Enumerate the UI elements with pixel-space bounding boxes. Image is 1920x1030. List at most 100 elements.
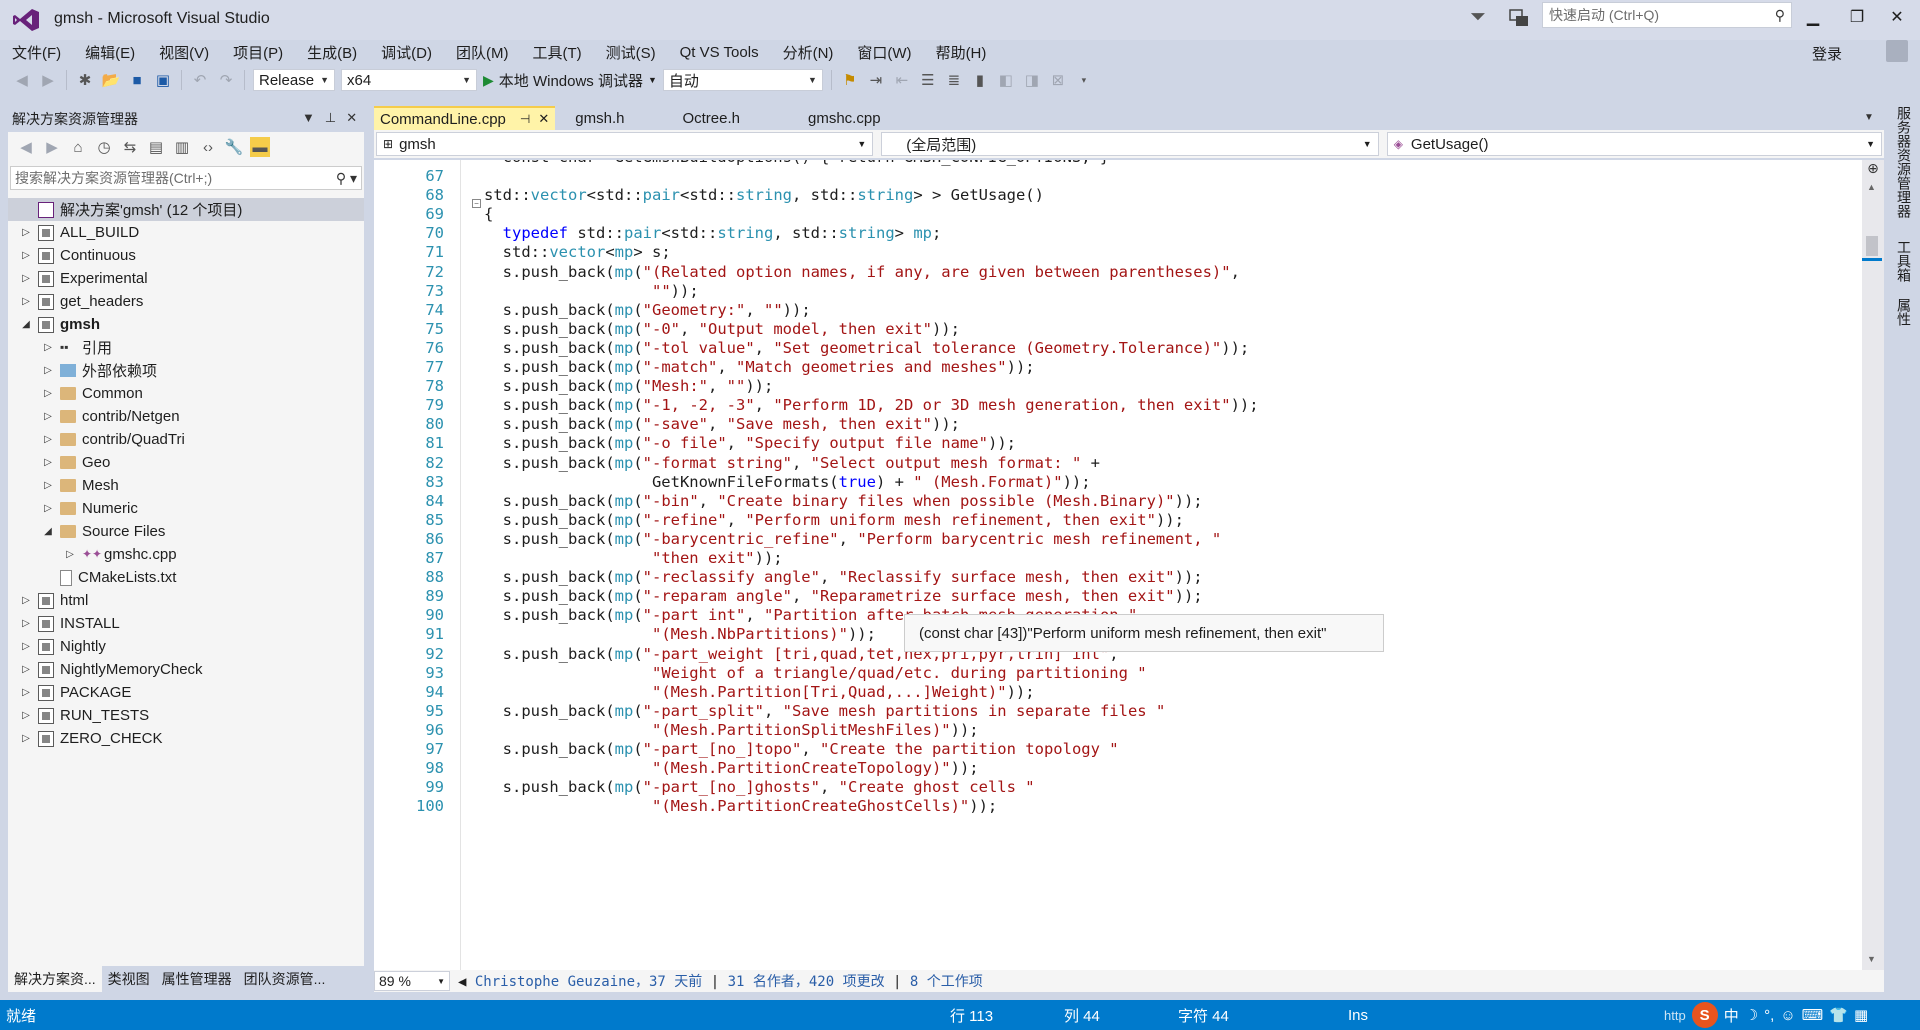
tree-item[interactable]: ▷ ZERO_CHECK bbox=[8, 727, 364, 750]
collapsed-arrow-icon[interactable]: ▷ bbox=[42, 480, 54, 491]
code-editor[interactable]: const char *GetGmshBuildOptions() { retu… bbox=[374, 160, 1870, 970]
home-icon[interactable]: ⌂ bbox=[68, 137, 88, 157]
menu-analyze[interactable]: 分析(N) bbox=[771, 42, 846, 63]
solution-config-select[interactable]: Release ▼ bbox=[253, 69, 335, 91]
minimize-button[interactable]: ▁ bbox=[1796, 4, 1830, 30]
menu-qt-vs-tools[interactable]: Qt VS Tools bbox=[668, 44, 771, 61]
clear-bookmarks-icon[interactable]: ⊠ bbox=[1048, 70, 1068, 90]
menu-help[interactable]: 帮助(H) bbox=[924, 42, 999, 63]
emoji-icon[interactable]: ☺ bbox=[1780, 1007, 1795, 1024]
tab-gmshc-cpp[interactable]: gmshc.cpp bbox=[802, 106, 887, 130]
maximize-button[interactable]: ❐ bbox=[1840, 4, 1874, 30]
close-button[interactable]: ✕ bbox=[1880, 4, 1914, 30]
forward-icon[interactable]: ▶ bbox=[38, 70, 58, 90]
collapsed-arrow-icon[interactable]: ▷ bbox=[64, 549, 76, 560]
sign-in-link[interactable]: 登录 bbox=[1812, 43, 1842, 64]
feedback-filter-icon[interactable]: ⏷ bbox=[1470, 6, 1486, 29]
next-bookmark-icon[interactable]: ◨ bbox=[1022, 70, 1042, 90]
collapsed-arrow-icon[interactable]: ▷ bbox=[20, 664, 32, 675]
tree-item[interactable]: ▷ contrib/QuadTri bbox=[8, 428, 364, 451]
tab-property-manager[interactable]: 属性管理器 bbox=[156, 969, 238, 989]
collapsed-arrow-icon[interactable]: ▷ bbox=[20, 296, 32, 307]
tree-item[interactable]: ▷ Geo bbox=[8, 451, 364, 474]
menu-file[interactable]: 文件(F) bbox=[0, 42, 73, 63]
scope-select[interactable]: (全局范围) ▼ bbox=[881, 132, 1379, 156]
project-select[interactable]: ⊞ gmsh ▼ bbox=[376, 132, 874, 156]
tree-item[interactable]: 解决方案'gmsh' (12 个项目) bbox=[8, 198, 364, 221]
tree-item[interactable]: ▷ INSTALL bbox=[8, 612, 364, 635]
menu-project[interactable]: 项目(P) bbox=[221, 42, 295, 63]
collapse-toggle-icon[interactable]: − bbox=[472, 199, 481, 208]
debug-target-select[interactable]: 自动 ▼ bbox=[662, 69, 823, 91]
back-icon[interactable]: ◀ bbox=[16, 137, 36, 157]
comment-icon[interactable]: ☰ bbox=[918, 70, 938, 90]
save-all-icon[interactable]: ▣ bbox=[153, 70, 173, 90]
collapsed-arrow-icon[interactable]: ▷ bbox=[42, 388, 54, 399]
history-icon[interactable]: ◷ bbox=[94, 137, 114, 157]
tree-item[interactable]: ▷ RUN_TESTS bbox=[8, 704, 364, 727]
prev-bookmark-icon[interactable]: ◧ bbox=[996, 70, 1016, 90]
expanded-arrow-icon[interactable]: ◢ bbox=[20, 319, 32, 330]
tab-toolbox[interactable]: 工具箱 bbox=[1894, 240, 1914, 282]
step-out-icon[interactable]: ⇤ bbox=[892, 70, 912, 90]
panel-dropdown-icon[interactable]: ▼ bbox=[302, 110, 315, 126]
solution-platform-select[interactable]: x64 ▼ bbox=[341, 69, 477, 91]
send-feedback-icon[interactable] bbox=[1508, 8, 1530, 28]
tree-item[interactable]: ◢ gmsh bbox=[8, 313, 364, 336]
close-icon[interactable]: ✕ bbox=[346, 110, 357, 126]
tree-item[interactable]: CMakeLists.txt bbox=[8, 566, 364, 589]
tab-list-dropdown-icon[interactable]: ▼ bbox=[1864, 112, 1874, 123]
bookmark-icon[interactable]: ▮ bbox=[970, 70, 990, 90]
sync-icon[interactable]: ⇆ bbox=[120, 137, 140, 157]
collapsed-arrow-icon[interactable]: ▷ bbox=[42, 365, 54, 376]
menu-debug[interactable]: 调试(D) bbox=[369, 42, 444, 63]
menu-tools[interactable]: 工具(T) bbox=[520, 42, 593, 63]
collapsed-arrow-icon[interactable]: ▷ bbox=[20, 618, 32, 629]
collapsed-arrow-icon[interactable]: ▷ bbox=[20, 250, 32, 261]
tab-gmsh-h[interactable]: gmsh.h bbox=[569, 106, 630, 130]
view-code-icon[interactable]: ‹› bbox=[198, 137, 218, 157]
tab-octree-h[interactable]: Octree.h bbox=[676, 106, 746, 130]
pin-icon[interactable]: ⊥ bbox=[325, 110, 336, 126]
tree-item[interactable]: ▷ ALL_BUILD bbox=[8, 221, 364, 244]
tree-item[interactable]: ▷ ✦✦ gmshc.cpp bbox=[8, 543, 364, 566]
menu-window[interactable]: 窗口(W) bbox=[845, 42, 923, 63]
punctuation-icon[interactable]: °, bbox=[1764, 1007, 1774, 1024]
save-icon[interactable]: ■ bbox=[127, 70, 147, 90]
tree-item[interactable]: ▷ Nightly bbox=[8, 635, 364, 658]
menu-build[interactable]: 生成(B) bbox=[295, 42, 369, 63]
collapsed-arrow-icon[interactable]: ▷ bbox=[42, 503, 54, 514]
collapsed-arrow-icon[interactable]: ▷ bbox=[20, 227, 32, 238]
collapsed-arrow-icon[interactable]: ▷ bbox=[42, 342, 54, 353]
new-project-icon[interactable]: ✱ bbox=[75, 70, 95, 90]
tree-item[interactable]: ▷ contrib/Netgen bbox=[8, 405, 364, 428]
tree-item[interactable]: ▷ html bbox=[8, 589, 364, 612]
tab-solution-explorer[interactable]: 解决方案资... bbox=[8, 966, 102, 992]
tree-item[interactable]: ▷ PACKAGE bbox=[8, 681, 364, 704]
ime-chinese-mode[interactable]: 中 bbox=[1724, 1005, 1739, 1026]
tree-item[interactable]: ▷ Mesh bbox=[8, 474, 364, 497]
tree-item[interactable]: ▷ NightlyMemoryCheck bbox=[8, 658, 364, 681]
close-icon[interactable]: ✕ bbox=[538, 111, 549, 127]
scrollbar-thumb[interactable] bbox=[1866, 236, 1878, 256]
back-icon[interactable]: ◀ bbox=[12, 70, 32, 90]
tab-properties[interactable]: 属性 bbox=[1894, 298, 1914, 326]
collapsed-arrow-icon[interactable]: ▷ bbox=[42, 434, 54, 445]
forward-icon[interactable]: ▶ bbox=[42, 137, 62, 157]
start-debugger-button[interactable]: ▶ 本地 Windows 调试器 ▼ bbox=[483, 70, 657, 91]
quick-launch-input[interactable]: 快速启动 (Ctrl+Q) ⚲ bbox=[1542, 2, 1792, 28]
keyboard-icon[interactable]: ⌨ bbox=[1802, 1006, 1824, 1024]
step-icon[interactable]: ⇥ bbox=[866, 70, 886, 90]
menu-edit[interactable]: 编辑(E) bbox=[73, 42, 147, 63]
uncomment-icon[interactable]: ≣ bbox=[944, 70, 964, 90]
vertical-scrollbar[interactable]: ▲ ▼ bbox=[1862, 160, 1884, 970]
codelens-info[interactable]: ◀ Christophe Geuzaine，37 天前 | 31 名作者，420… bbox=[458, 971, 983, 991]
menu-test[interactable]: 测试(S) bbox=[594, 42, 668, 63]
account-icon[interactable] bbox=[1886, 40, 1908, 62]
menu-team[interactable]: 团队(M) bbox=[444, 42, 521, 63]
tree-item[interactable]: ▷ get_headers bbox=[8, 290, 364, 313]
collapsed-arrow-icon[interactable]: ▷ bbox=[20, 710, 32, 721]
tab-commandline-cpp[interactable]: CommandLine.cpp ⊣ ✕ bbox=[374, 106, 556, 130]
zoom-select[interactable]: 89 % ▼ bbox=[374, 971, 450, 991]
menu-view[interactable]: 视图(V) bbox=[147, 42, 221, 63]
